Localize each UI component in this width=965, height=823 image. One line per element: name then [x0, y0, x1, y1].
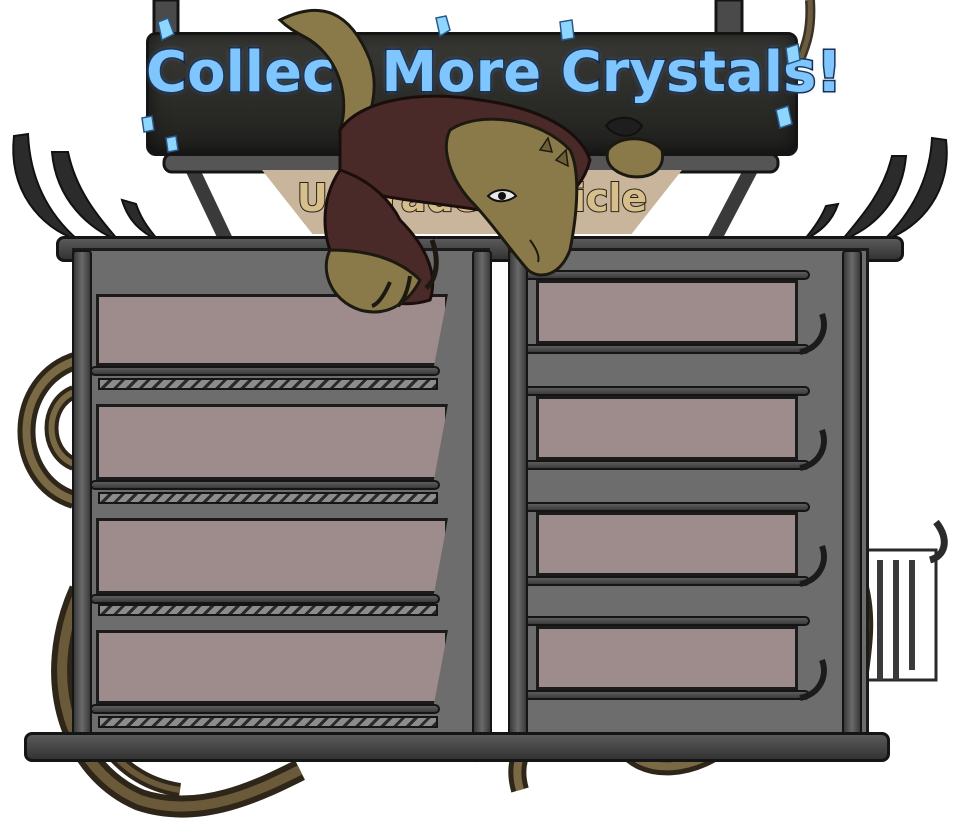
- overlay-art: [141, 8, 801, 314]
- crystal-icon: [157, 17, 175, 42]
- crystal-icon: [165, 135, 179, 153]
- crystal-icon: [559, 19, 575, 41]
- crystal-icon: [141, 115, 155, 133]
- lizard-creature-icon: [277, 8, 665, 314]
- vehicle-upgrade-screen: Upgrade Vehicle Collect More Crystals!: [0, 0, 965, 823]
- crystal-icon: [785, 42, 801, 66]
- crystal-icon: [775, 105, 793, 129]
- crystal-icon: [435, 15, 451, 38]
